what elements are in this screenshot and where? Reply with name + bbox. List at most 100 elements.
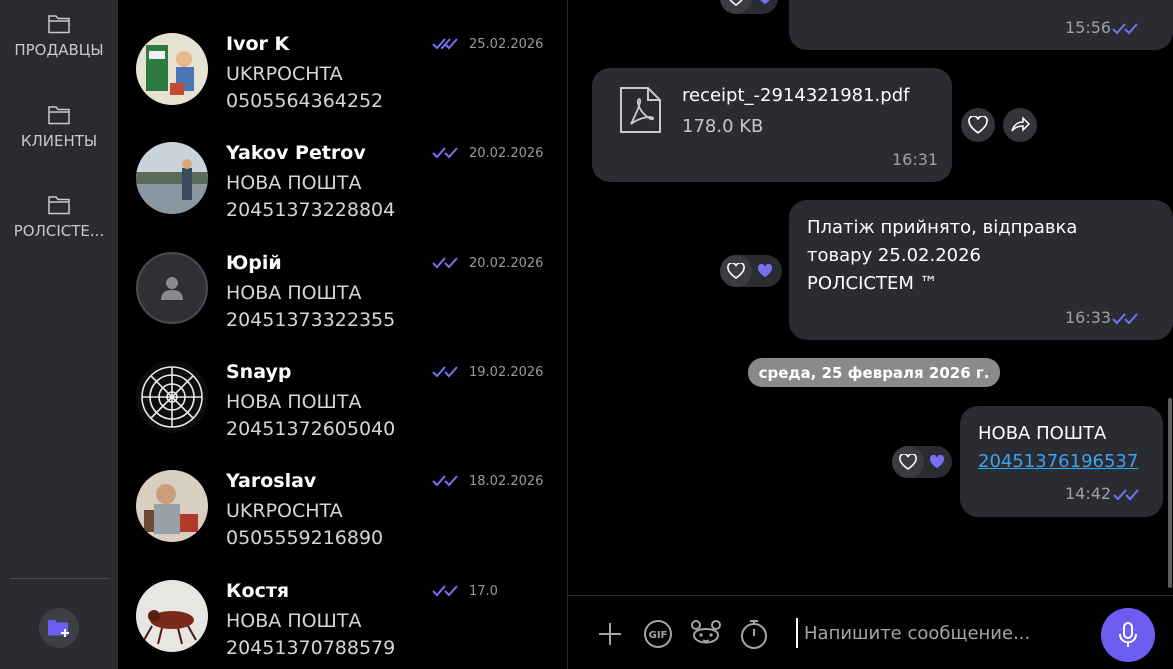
chat-name: Snayp: [226, 361, 292, 383]
microphone-icon: [1119, 622, 1137, 647]
chat-item[interactable]: Yakov Petrov НОВА ПОШТА 20451373228804 2…: [118, 142, 558, 250]
like-button[interactable]: [720, 255, 752, 287]
date-separator: среда, 25 февраля 2026 г.: [748, 358, 1000, 387]
chat-name: Костя: [226, 580, 290, 602]
chat-name: Ivor K: [226, 33, 290, 55]
chat-preview-number: 20451370788579: [226, 637, 396, 659]
chat-date: 19.02.2026: [469, 365, 544, 380]
plus-icon: [599, 623, 621, 645]
timer-button[interactable]: [738, 618, 770, 650]
gif-button[interactable]: GIF: [642, 618, 674, 650]
reaction-heart[interactable]: [752, 255, 778, 287]
user-placeholder-icon: [161, 277, 183, 300]
chat-date: 20.02.2026: [469, 146, 544, 161]
message-text: Платіж прийнято, відправка: [807, 217, 1078, 238]
gif-icon: GIF: [644, 620, 672, 648]
sticker-button[interactable]: [690, 618, 722, 650]
gif-label: GIF: [649, 630, 668, 641]
conversation: 15:56 receipt_-2914321981.pdf 178.0 KB 1…: [568, 0, 1173, 595]
attach-button[interactable]: [594, 618, 626, 650]
chat-date: 20.02.2026: [469, 256, 544, 271]
chat-preview: НОВА ПОШТА: [226, 610, 362, 632]
avatar: [136, 33, 208, 105]
file-name: receipt_-2914321981.pdf: [682, 85, 910, 106]
folder-rail: ПРОДАВЦЫ КЛИЕНТЫ РОЛСІСТЕ...: [0, 0, 118, 669]
reaction-heart[interactable]: [924, 446, 950, 478]
chat-date: 18.02.2026: [469, 474, 544, 489]
forward-button[interactable]: [1003, 108, 1037, 142]
like-button[interactable]: [961, 108, 995, 142]
folder-clients[interactable]: КЛИЕНТЫ: [0, 104, 118, 150]
double-check-icon: [432, 257, 458, 269]
chat-date: 25.02.2026: [469, 37, 544, 52]
avatar: [136, 142, 208, 214]
double-check-icon: [432, 475, 458, 487]
share-icon: [1011, 116, 1030, 132]
chat-item[interactable]: Snayp НОВА ПОШТА 20451372605040 19.02.20…: [118, 361, 558, 469]
rail-divider: [10, 578, 109, 579]
reaction-bar: [892, 446, 952, 478]
timer-icon: [741, 620, 767, 649]
folder-rolsistem[interactable]: РОЛСІСТЕ...: [0, 194, 118, 240]
add-folder-icon: [48, 620, 69, 637]
message-time: 16:33: [1065, 308, 1112, 327]
chat-preview-number: 20451373228804: [226, 199, 396, 221]
folder-icon: [48, 106, 70, 125]
chat-preview: UKRPOCHTA: [226, 63, 343, 85]
double-check-icon: [432, 38, 458, 50]
heart-icon: [968, 116, 988, 134]
chat-name: Yakov Petrov: [226, 142, 366, 164]
chat-preview: НОВА ПОШТА: [226, 172, 362, 194]
like-button[interactable]: [892, 446, 924, 478]
heart-icon: [729, 0, 743, 6]
message-bubble[interactable]: НОВА ПОШТА 20451376196537 14:42: [960, 406, 1163, 517]
chat-preview: НОВА ПОШТА: [226, 391, 362, 413]
file-size: 178.0 KB: [682, 116, 764, 137]
reaction-heart[interactable]: [752, 0, 778, 14]
reaction-bar: [720, 0, 778, 14]
double-check-icon: [432, 147, 458, 159]
message-input[interactable]: [796, 618, 1086, 648]
chat-date: 17.0: [469, 584, 498, 599]
sticker-icon: [691, 620, 721, 644]
message-bubble[interactable]: Платіж прийнято, відправка товару 25.02.…: [789, 200, 1173, 340]
voice-record-button[interactable]: [1101, 608, 1155, 662]
heart-icon: [899, 454, 917, 470]
chat-item[interactable]: Ivor K UKRPOCHTA 0505564364252 25.02.202…: [118, 33, 558, 141]
message-text: НОВА ПОШТА: [978, 423, 1107, 444]
new-folder-button[interactable]: [39, 608, 79, 648]
avatar: [136, 252, 208, 324]
heart-icon: [727, 263, 745, 279]
message-time: 15:56: [1065, 18, 1112, 37]
avatar: [136, 361, 208, 433]
chat-preview-number: 20451372605040: [226, 418, 396, 440]
message-composer: GIF: [568, 595, 1173, 669]
chat-name: Юрій: [226, 252, 282, 274]
double-check-icon: [1113, 489, 1139, 501]
message-time: 16:31: [892, 150, 939, 169]
conversation-scrollbar[interactable]: [1168, 398, 1172, 588]
chat-name: Yaroslav: [226, 470, 317, 492]
double-check-icon: [432, 585, 458, 597]
file-message[interactable]: receipt_-2914321981.pdf 178.0 KB 16:31: [592, 68, 952, 182]
chat-preview: НОВА ПОШТА: [226, 282, 362, 304]
chat-item[interactable]: Юрій НОВА ПОШТА 20451373322355 20.02.202…: [118, 252, 558, 360]
folder-icon: [48, 196, 70, 215]
like-button[interactable]: [720, 0, 752, 14]
message-time: 14:42: [1065, 484, 1112, 503]
folder-label: РОЛСІСТЕ...: [13, 222, 105, 240]
message-text: товару 25.02.2026: [807, 245, 981, 266]
avatar: [136, 470, 208, 542]
avatar: [136, 580, 208, 652]
double-check-icon: [432, 366, 458, 378]
folder-label: ПРОДАВЦЫ: [14, 41, 104, 59]
tracking-link[interactable]: 20451376196537: [978, 448, 1138, 476]
filled-heart-icon: [757, 264, 773, 278]
folder-sellers[interactable]: ПРОДАВЦЫ: [0, 13, 118, 59]
message-bubble[interactable]: 15:56: [789, 0, 1173, 50]
folder-label: КЛИЕНТЫ: [20, 132, 98, 150]
chat-item[interactable]: Yaroslav UKRPOCHTA 0505559216890 18.02.2…: [118, 470, 558, 578]
chat-list: Ivor K UKRPOCHTA 0505564364252 25.02.202…: [118, 0, 568, 669]
chat-item[interactable]: Костя НОВА ПОШТА 20451370788579 17.0: [118, 580, 558, 669]
double-check-icon: [1112, 313, 1138, 325]
